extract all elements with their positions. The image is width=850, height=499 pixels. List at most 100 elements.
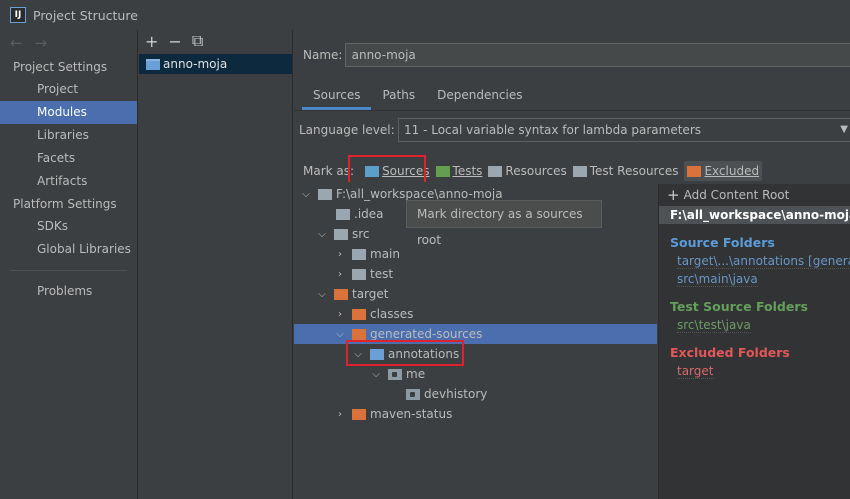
chevron-right-icon[interactable]: › (334, 249, 346, 260)
language-level-label: Language level: (299, 123, 395, 137)
source-folder-item[interactable]: src\main\java (659, 270, 850, 288)
tests-folder-icon (435, 165, 450, 177)
tab-paths[interactable]: Paths (371, 82, 426, 110)
source-folder-label: src\main\java (677, 272, 758, 287)
excluded-folder-icon (334, 288, 348, 300)
nav-item-sdks[interactable]: SDKs (0, 215, 137, 238)
tree-label: generated-sources (370, 327, 483, 341)
excluded-folders-title: Excluded Folders (670, 345, 790, 360)
folder-icon (334, 228, 348, 240)
tree-label: main (370, 247, 400, 261)
module-name-input[interactable]: anno-moja (344, 43, 850, 67)
mark-as-label: Mark as: (303, 164, 355, 178)
intellij-app-icon: IJ (10, 7, 26, 23)
chevron-down-icon[interactable]: ⌵ (316, 289, 328, 300)
add-content-root-label: Add Content Root (683, 188, 790, 202)
module-toolbar: + − ⧉ (139, 30, 292, 52)
module-detail-panel: Name: anno-moja Sources Paths Dependenci… (294, 30, 850, 499)
mark-excluded-button[interactable]: Excluded (684, 161, 763, 181)
source-folders-title: Source Folders (670, 235, 775, 250)
tree-row-test[interactable]: › test (294, 264, 657, 284)
excluded-folder-icon (352, 308, 366, 320)
chevron-down-icon[interactable]: ⌵ (300, 189, 312, 200)
module-list-panel: + − ⧉ anno-moja (139, 30, 293, 499)
folder-icon (318, 188, 332, 200)
tree-row-me[interactable]: ⌵ me (294, 364, 657, 384)
tree-label: devhistory (424, 387, 488, 401)
add-content-root-button[interactable]: + Add Content Root (659, 184, 850, 206)
resources-folder-icon (488, 165, 503, 177)
folder-icon (336, 208, 350, 220)
remove-module-icon[interactable]: − (168, 32, 181, 51)
content-root-panel: + Add Content Root F:\all_workspace\anno… (658, 184, 850, 499)
tree-label: maven-status (370, 407, 453, 421)
module-list-item[interactable]: anno-moja (139, 54, 292, 74)
tab-dependencies[interactable]: Dependencies (426, 82, 533, 110)
tab-sources[interactable]: Sources (302, 82, 372, 110)
tree-label: target (352, 287, 389, 301)
nav-item-project[interactable]: Project (0, 78, 137, 101)
tabs-divider (294, 110, 850, 111)
nav-item-facets[interactable]: Facets (0, 147, 137, 170)
mark-excluded-label: Excluded (704, 164, 760, 178)
language-level-row: Language level: 11 - Local variable synt… (294, 118, 850, 142)
chevron-down-icon[interactable]: ⌵ (334, 329, 346, 340)
nav-item-libraries[interactable]: Libraries (0, 124, 137, 147)
title-bar: IJ Project Structure (0, 0, 850, 30)
tree-label: F:\all_workspace\anno-moja (336, 187, 503, 201)
chevron-right-icon[interactable]: › (334, 309, 346, 320)
mark-tests-button[interactable]: Tests (433, 161, 486, 181)
language-level-select[interactable]: 11 - Local variable syntax for lambda pa… (398, 118, 850, 142)
copy-module-icon[interactable]: ⧉ (192, 31, 203, 51)
sources-highlight-box (348, 155, 426, 185)
mark-test-resources-button[interactable]: Test Resources (570, 161, 682, 181)
module-item-label: anno-moja (163, 57, 228, 71)
mark-resources-label: Resources (505, 164, 567, 178)
excluded-folder-icon (687, 165, 702, 177)
language-level-value: 11 - Local variable syntax for lambda pa… (404, 123, 701, 137)
tree-label: me (406, 367, 426, 381)
plus-icon: + (667, 186, 680, 204)
nav-item-artifacts[interactable]: Artifacts (0, 170, 137, 193)
annotations-highlight-box (346, 340, 464, 366)
folder-icon (352, 248, 366, 260)
module-folder-icon (146, 58, 160, 70)
name-row: Name: anno-moja (294, 42, 850, 68)
tree-row-maven-status[interactable]: › maven-status (294, 404, 657, 424)
add-module-icon[interactable]: + (145, 32, 158, 51)
mark-sources-tooltip: Mark directory as a sources root (406, 200, 602, 247)
nav-item-global-libraries[interactable]: Global Libraries (0, 238, 137, 261)
folder-icon (352, 268, 366, 280)
chevron-down-icon: ▼ (840, 124, 848, 135)
chevron-right-icon[interactable]: › (334, 409, 346, 420)
tree-row-target[interactable]: ⌵ target (294, 284, 657, 304)
chevron-down-icon[interactable]: ⌵ (370, 369, 382, 380)
mark-test-resources-label: Test Resources (589, 164, 679, 178)
package-folder-icon (406, 388, 420, 400)
tree-label: classes (370, 307, 414, 321)
excluded-folder-icon (352, 328, 366, 340)
tree-row-devhistory[interactable]: devhistory (294, 384, 657, 404)
test-resources-folder-icon (572, 165, 587, 177)
tree-row-classes[interactable]: › classes (294, 304, 657, 324)
chevron-down-icon[interactable]: ⌵ (316, 229, 328, 240)
excluded-folder-item[interactable]: target (659, 362, 850, 380)
tree-label: .idea (354, 207, 384, 221)
mark-resources-button[interactable]: Resources (485, 161, 569, 181)
test-source-folder-item[interactable]: src\test\java (659, 316, 850, 334)
source-folder-item[interactable]: target\...\annotations [generated] (659, 252, 850, 270)
module-tabs: Sources Paths Dependencies (302, 82, 534, 110)
nav-item-modules[interactable]: Modules (0, 101, 137, 124)
folder-tree: ⌵ F:\all_workspace\anno-moja .idea ⌵ src… (294, 182, 657, 499)
chevron-right-icon[interactable]: › (334, 269, 346, 280)
nav-item-problems[interactable]: Problems (0, 280, 137, 303)
tree-row-annotations[interactable]: ⌵ annotations (294, 340, 657, 366)
nav-divider (10, 270, 127, 271)
back-arrow-icon[interactable]: ← (10, 34, 23, 52)
excluded-folder-icon (352, 408, 366, 420)
forward-arrow-icon[interactable]: → (35, 34, 48, 52)
package-folder-icon (388, 368, 402, 380)
nav-arrows: ← → (0, 30, 137, 56)
tree-row-main[interactable]: › main (294, 244, 657, 264)
content-root-path: F:\all_workspace\anno-moja (659, 206, 850, 224)
